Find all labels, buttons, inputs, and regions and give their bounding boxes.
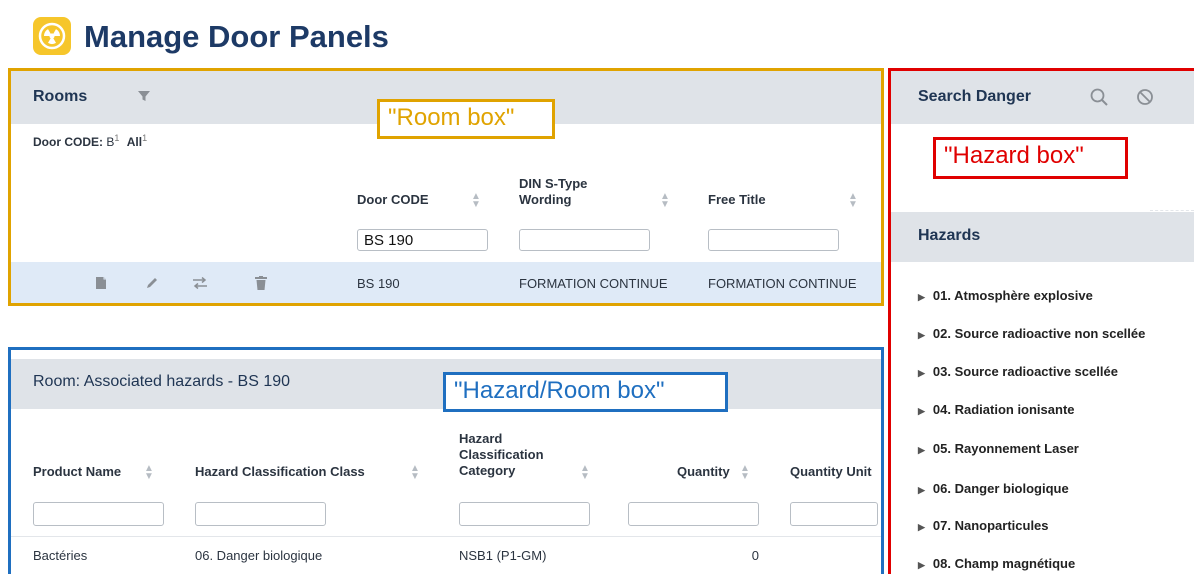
caret-right-icon: ▶ <box>918 292 925 302</box>
copy-icon[interactable] <box>95 276 107 290</box>
hazard-tree-item[interactable]: ▶ 01. Atmosphère explosive <box>918 288 1093 303</box>
hazard-box-annotation: "Hazard box" <box>933 137 1128 179</box>
caret-right-icon: ▶ <box>918 445 925 455</box>
hazards-title: Hazards <box>918 227 981 244</box>
hazard-tree-item[interactable]: ▶ 03. Source radioactive scellée <box>918 364 1118 379</box>
col-hazard-category[interactable]: Hazard Classification Category <box>459 431 544 479</box>
quantity-unit-filter-input[interactable] <box>790 502 878 526</box>
col-product-name[interactable]: Product Name <box>33 464 121 480</box>
sort-free-title-icon[interactable]: ▲ ▼ <box>848 192 858 210</box>
hazard-room-box-annotation: "Hazard/Room box" <box>443 372 728 412</box>
associated-cell-product: Bactéries <box>33 548 88 563</box>
hazard-tree-item[interactable]: ▶ 08. Champ magnétique <box>918 556 1075 571</box>
associated-cell-category: NSB1 (P1-GM) <box>459 548 547 563</box>
search-title: Search Danger <box>918 88 1031 105</box>
breadcrumb-label: Door CODE: <box>33 135 103 149</box>
caret-right-icon: ▶ <box>918 406 925 416</box>
caret-right-icon: ▶ <box>918 330 925 340</box>
hazard-tree-item[interactable]: ▶ 04. Radiation ionisante <box>918 402 1075 417</box>
clear-icon[interactable] <box>1136 88 1154 106</box>
associated-cell-class: 06. Danger biologique <box>195 548 323 563</box>
hazard-tree-item[interactable]: ▶ 07. Nanoparticules <box>918 518 1049 533</box>
rooms-title: Rooms <box>33 88 88 105</box>
associated-cell-quantity: 0 <box>751 548 759 563</box>
sort-quantity-icon[interactable]: ▲ ▼ <box>740 464 750 482</box>
hazard-tree-item[interactable]: ▶ 05. Rayonnement Laser <box>918 441 1079 456</box>
room-box-annotation: "Room box" <box>377 99 555 139</box>
filter-icon[interactable] <box>137 89 151 103</box>
caret-right-icon: ▶ <box>918 522 925 532</box>
sort-hazard-category-icon[interactable]: ▲ ▼ <box>580 464 590 482</box>
breadcrumb-value-link[interactable]: B1 <box>106 133 119 149</box>
sort-din-s-type-icon[interactable]: ▲ ▼ <box>660 192 670 210</box>
associated-title: Room: Associated hazards - BS 190 <box>33 373 291 390</box>
edit-icon[interactable] <box>145 276 159 290</box>
col-free-title[interactable]: Free Title <box>708 192 766 208</box>
search-icon[interactable] <box>1090 88 1108 106</box>
hazard-tree-item[interactable]: ▶ 06. Danger biologique <box>918 481 1069 496</box>
delete-icon[interactable] <box>255 276 267 290</box>
free-title-filter-input[interactable] <box>708 229 839 251</box>
room-cell-door-code: BS 190 <box>357 276 400 291</box>
swap-icon[interactable] <box>192 277 208 289</box>
col-din-s-type[interactable]: DIN S-Type Wording <box>519 176 587 208</box>
quantity-filter-input[interactable] <box>628 502 759 526</box>
caret-right-icon: ▶ <box>918 485 925 495</box>
sort-door-code-icon[interactable]: ▲ ▼ <box>471 192 481 210</box>
app-icon <box>33 17 71 55</box>
door-code-breadcrumb: Door CODE: B1 All1 <box>33 133 147 149</box>
radiation-icon <box>38 22 66 50</box>
breadcrumb-all-link[interactable]: All1 <box>127 133 147 149</box>
page-title: Manage Door Panels <box>84 19 389 54</box>
hazard-tree-item[interactable]: ▶ 02. Source radioactive non scellée <box>918 326 1145 341</box>
sort-hazard-class-icon[interactable]: ▲ ▼ <box>410 464 420 482</box>
col-quantity-unit[interactable]: Quantity Unit <box>790 464 878 480</box>
caret-right-icon: ▶ <box>918 368 925 378</box>
sort-product-name-icon[interactable]: ▲ ▼ <box>144 464 154 482</box>
col-door-code[interactable]: Door CODE <box>357 192 429 208</box>
room-cell-din-s-type: FORMATION CONTINUE <box>519 276 668 291</box>
caret-right-icon: ▶ <box>918 560 925 570</box>
table-row-divider <box>11 536 881 537</box>
door-code-filter-input[interactable] <box>357 229 488 251</box>
product-name-filter-input[interactable] <box>33 502 164 526</box>
col-quantity[interactable]: Quantity <box>677 464 730 480</box>
hazard-class-filter-input[interactable] <box>195 502 326 526</box>
din-s-type-filter-input[interactable] <box>519 229 650 251</box>
hazard-category-filter-input[interactable] <box>459 502 590 526</box>
col-hazard-class[interactable]: Hazard Classification Class <box>195 464 365 480</box>
room-cell-free-title: FORMATION CONTINUE <box>708 276 857 291</box>
